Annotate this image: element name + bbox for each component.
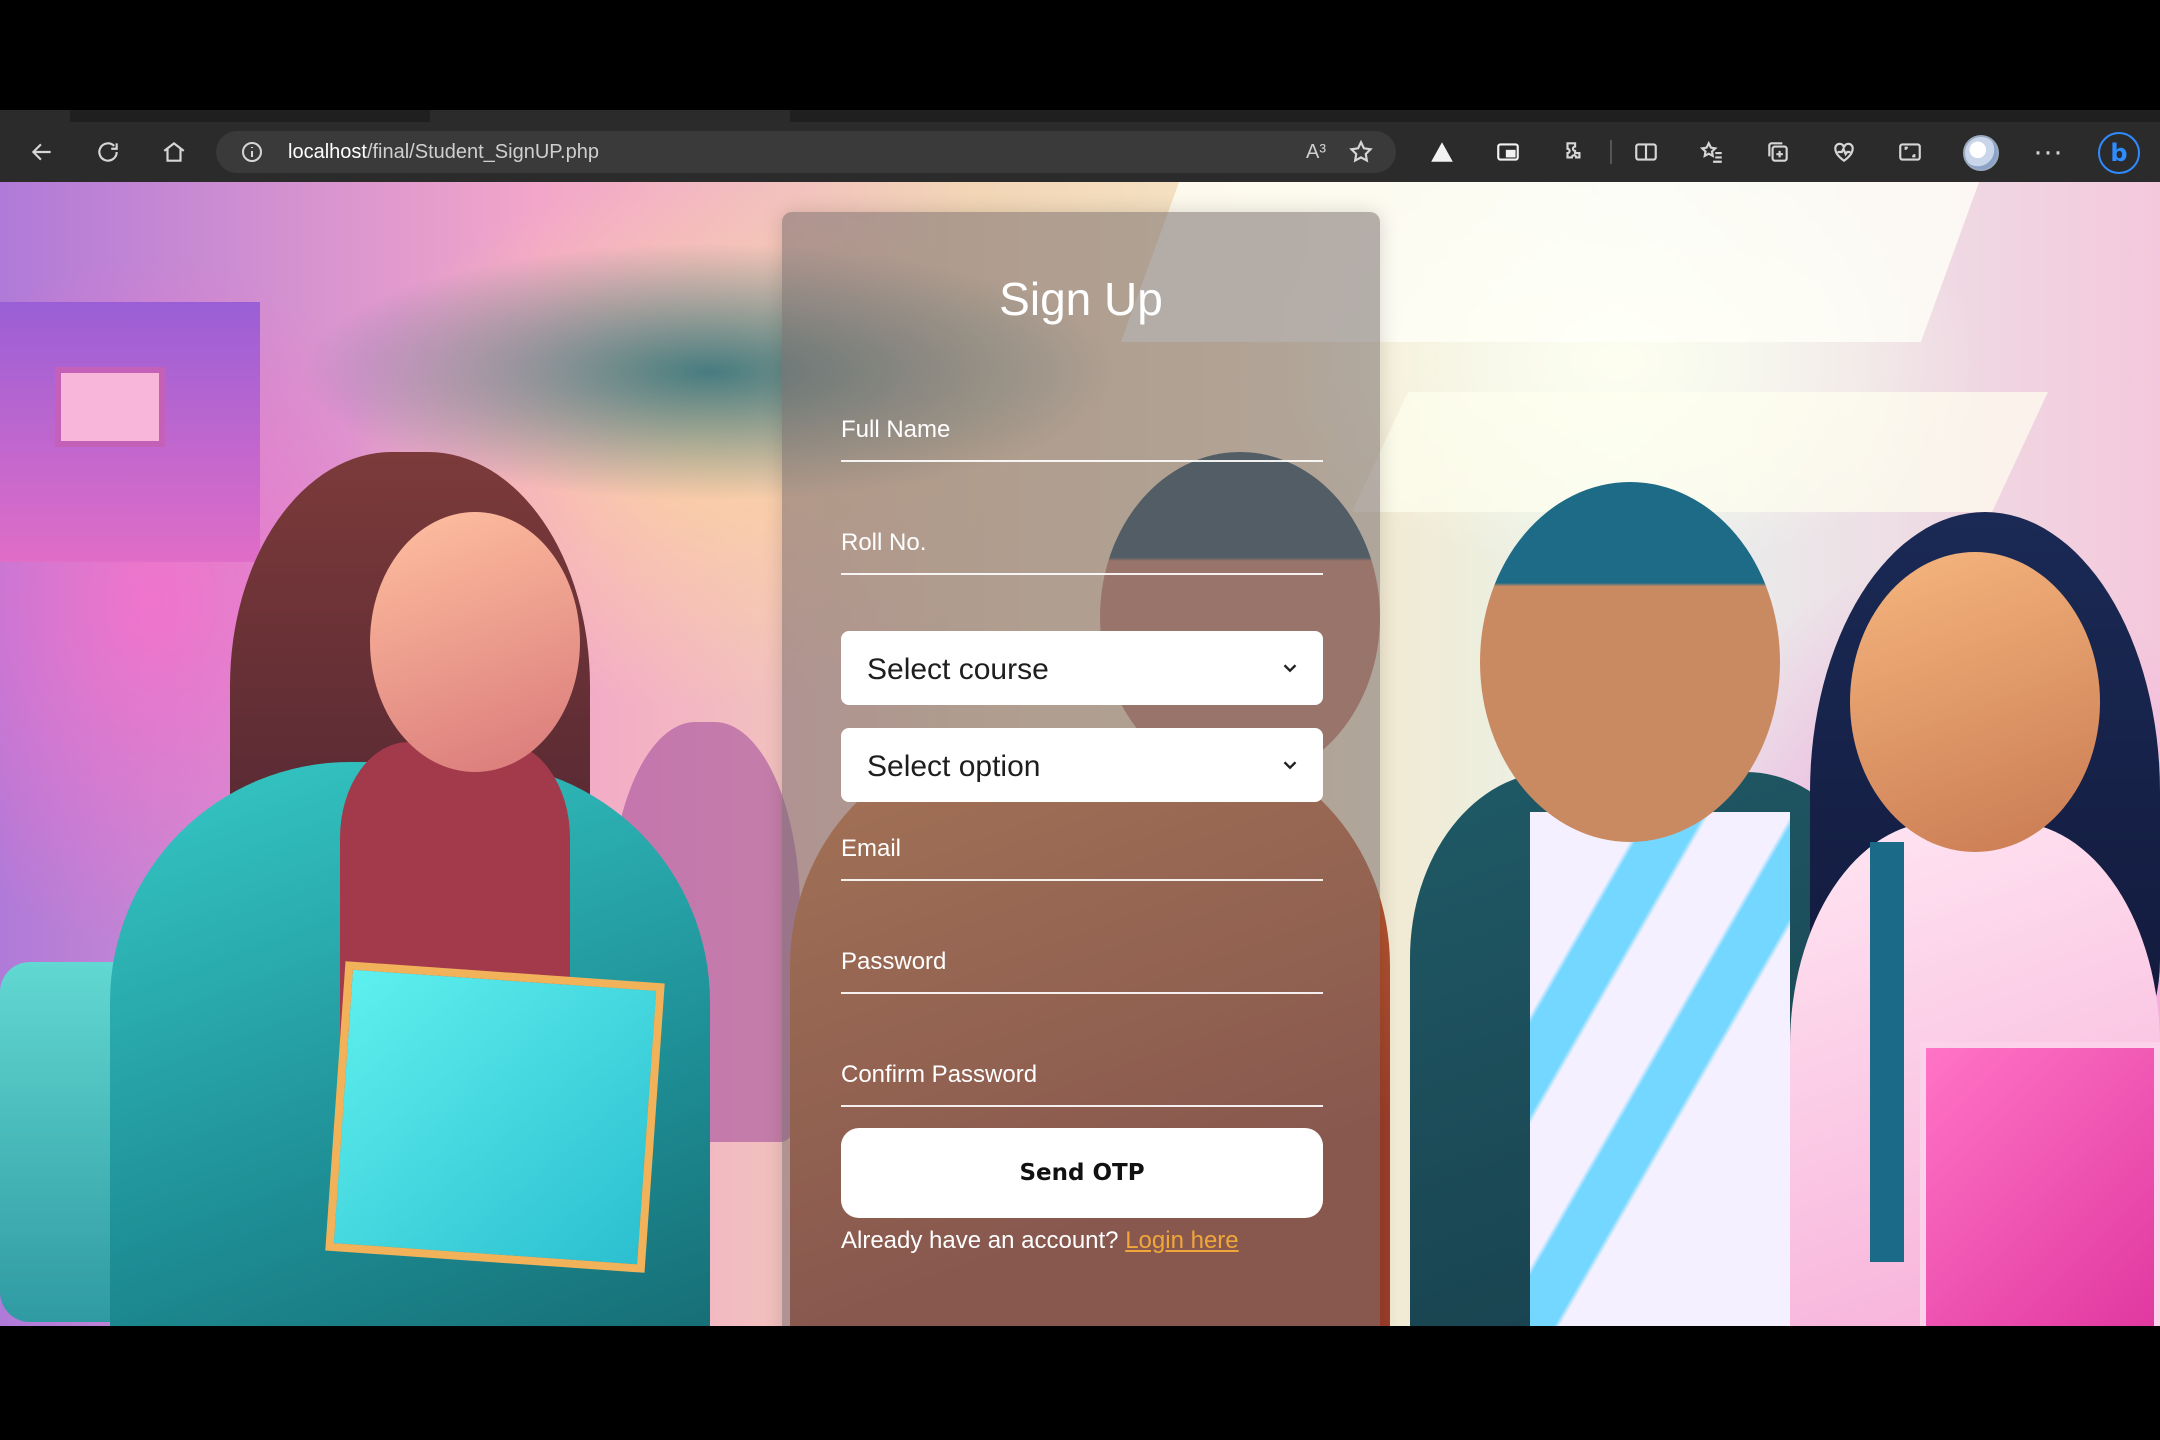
- collections-icon[interactable]: [1760, 134, 1796, 170]
- login-link[interactable]: Login here: [1125, 1227, 1238, 1254]
- url-path: /final/Student_SignUP.php: [366, 141, 599, 163]
- bg-book: [325, 961, 665, 1273]
- star-icon[interactable]: [1346, 137, 1376, 167]
- login-prompt-text: Already have an account?: [841, 1227, 1119, 1254]
- read-aloud-icon[interactable]: A³: [1301, 137, 1331, 167]
- send-otp-button[interactable]: Send OTP: [841, 1128, 1323, 1218]
- bg-ceiling-light: [1352, 392, 2048, 512]
- back-arrow-icon[interactable]: [24, 134, 60, 170]
- password-label: Password: [841, 948, 947, 975]
- bg-student-boy-shirt: [1530, 812, 1790, 1326]
- full-name-field[interactable]: Full Name: [841, 402, 1323, 462]
- more-icon[interactable]: ···: [2030, 134, 2066, 170]
- browser-toolbar: localhost/final/Student_SignUP.php A³ ··…: [0, 122, 2160, 182]
- screen: localhost/final/Student_SignUP.php A³ ··…: [0, 0, 2160, 1440]
- confirm-password-label: Confirm Password: [841, 1061, 1038, 1088]
- option-select[interactable]: Select option: [841, 728, 1323, 802]
- signup-form-card: Sign Up Full Name Roll No. Select course…: [782, 212, 1380, 1326]
- email-field[interactable]: Email: [841, 821, 1323, 881]
- home-icon[interactable]: [156, 134, 192, 170]
- tab-strip: [0, 110, 2160, 122]
- chevron-down-icon: [1283, 761, 1297, 770]
- full-name-label: Full Name: [841, 416, 951, 443]
- bg-book: [1920, 1042, 2160, 1326]
- letterbox-bottom: [0, 1326, 2160, 1440]
- refresh-icon[interactable]: [90, 134, 126, 170]
- puzzle-icon[interactable]: [1556, 134, 1592, 170]
- profile-avatar[interactable]: [1963, 135, 1999, 171]
- email-label: Email: [841, 835, 902, 862]
- active-tab[interactable]: [430, 110, 790, 122]
- address-bar[interactable]: localhost/final/Student_SignUP.php A³: [216, 131, 1396, 173]
- roll-no-field[interactable]: Roll No.: [841, 515, 1323, 575]
- tab-edge-left[interactable]: [0, 110, 70, 122]
- option-select-value: Select option: [867, 750, 1041, 783]
- bg-backpack-strap: [1870, 842, 1904, 1262]
- heart-pulse-icon[interactable]: [1826, 134, 1862, 170]
- url-host: localhost: [288, 141, 367, 163]
- roll-no-label: Roll No.: [841, 529, 927, 556]
- login-prompt: Already have an account? Login here: [841, 1227, 1239, 1255]
- bg-student-boy-head: [1480, 482, 1780, 842]
- bing-icon[interactable]: b: [2098, 132, 2140, 174]
- split-screen-icon[interactable]: [1628, 134, 1664, 170]
- info-circle-icon[interactable]: [240, 140, 264, 164]
- bg-student-girl-face: [370, 512, 580, 772]
- chevron-down-icon: [1283, 664, 1297, 673]
- confirm-password-field[interactable]: Confirm Password: [841, 1047, 1323, 1107]
- bg-screen: [55, 367, 165, 447]
- password-field[interactable]: Password: [841, 934, 1323, 994]
- page-viewport: Sign Up Full Name Roll No. Select course…: [0, 182, 2160, 1326]
- url-text[interactable]: localhost/final/Student_SignUP.php: [288, 141, 599, 164]
- warning-triangle-icon[interactable]: [1424, 134, 1460, 170]
- course-select[interactable]: Select course: [841, 631, 1323, 705]
- screenshot-icon[interactable]: [1892, 134, 1928, 170]
- course-select-value: Select course: [867, 653, 1049, 686]
- cast-icon[interactable]: [1490, 134, 1526, 170]
- bg-student-girl-face: [1850, 552, 2100, 852]
- favorites-icon[interactable]: [1694, 134, 1730, 170]
- toolbar-separator: [1610, 140, 1612, 164]
- page-title: Sign Up: [999, 273, 1163, 325]
